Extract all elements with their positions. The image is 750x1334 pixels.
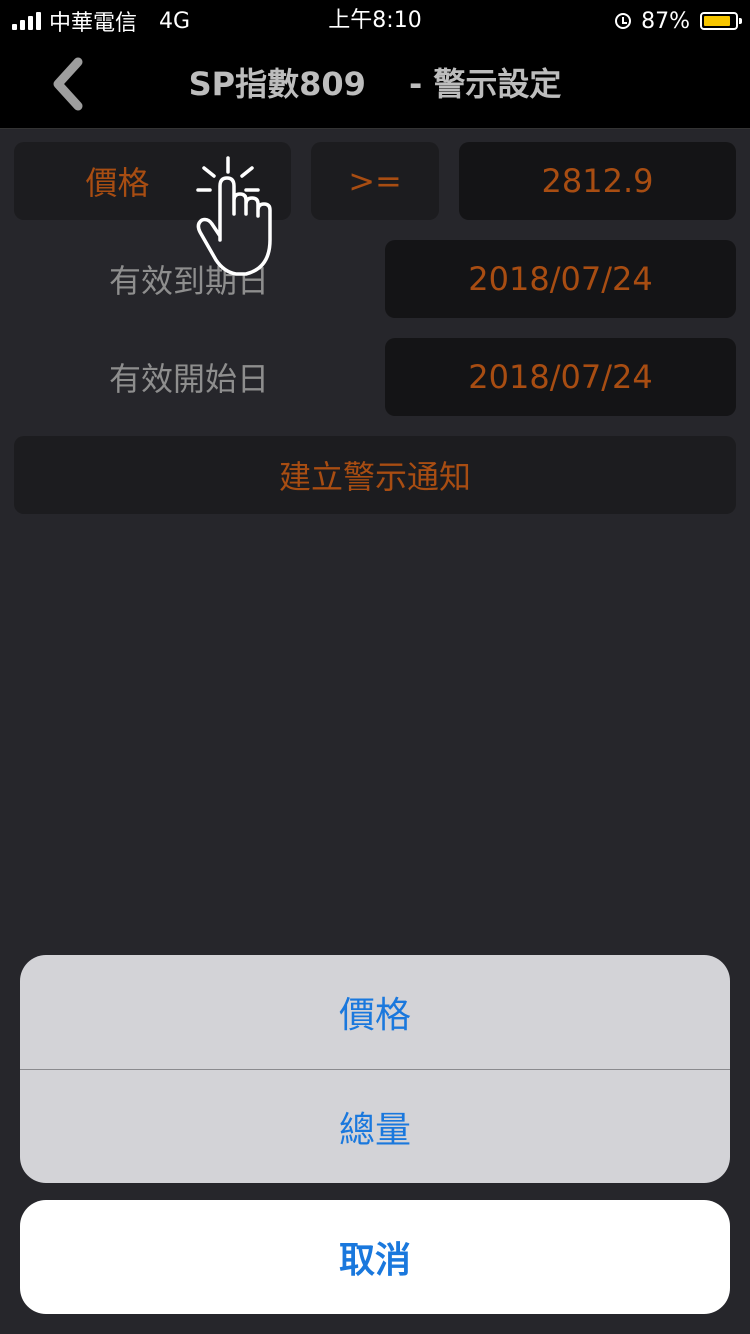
price-value-input[interactable]: 2812.9 xyxy=(459,142,736,220)
action-option-volume-label: 總量 xyxy=(338,1110,411,1151)
expiry-date-value: 2018/07/24 xyxy=(468,260,653,298)
operator-label: >= xyxy=(348,162,402,200)
status-right: 87% xyxy=(615,6,742,36)
start-date-label: 有效開始日 xyxy=(108,360,269,398)
action-option-volume[interactable]: 總量 xyxy=(20,1070,730,1183)
field-type-label: 價格 xyxy=(85,164,150,202)
price-value: 2812.9 xyxy=(541,162,654,200)
expiry-date-label: 有效到期日 xyxy=(108,262,269,300)
status-bar: 中華電信 4G 上午8:10 87% xyxy=(0,0,750,40)
field-type-selector[interactable]: 價格 xyxy=(14,142,291,220)
operator-selector[interactable]: >= xyxy=(311,142,439,220)
action-option-price[interactable]: 價格 xyxy=(20,955,730,1069)
page-title: SP指數809 - 警示設定 xyxy=(188,65,562,103)
create-alert-button[interactable]: 建立警示通知 xyxy=(14,436,736,514)
start-date-field[interactable]: 2018/07/24 xyxy=(385,338,736,416)
expiry-date-field[interactable]: 2018/07/24 xyxy=(385,240,736,318)
cancel-button[interactable]: 取消 xyxy=(20,1200,730,1314)
action-sheet: 價格 總量 xyxy=(20,955,730,1183)
battery-percent: 87% xyxy=(641,8,690,34)
nav-bar: SP指數809 - 警示設定 xyxy=(0,40,750,129)
alarm-icon xyxy=(615,13,632,29)
create-alert-label: 建立警示通知 xyxy=(278,458,471,496)
action-option-price-label: 價格 xyxy=(338,995,411,1036)
start-date-value: 2018/07/24 xyxy=(468,358,653,396)
battery-icon xyxy=(700,12,742,30)
cancel-label: 取消 xyxy=(338,1240,411,1281)
